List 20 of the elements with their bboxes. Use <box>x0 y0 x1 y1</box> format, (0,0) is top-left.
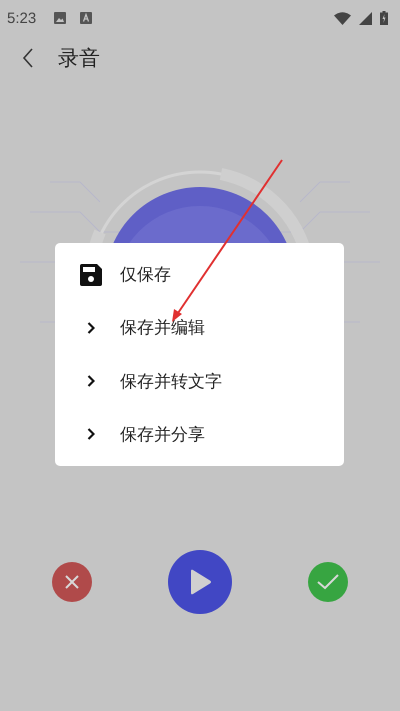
play-icon <box>188 569 212 595</box>
chevron-icon <box>87 322 95 334</box>
chevron-icon <box>87 375 95 388</box>
back-icon[interactable] <box>22 48 34 68</box>
menu-item[interactable]: 保存并编辑 <box>55 301 344 354</box>
discard-button[interactable] <box>52 562 92 602</box>
save-icon <box>80 264 102 286</box>
keyboard-icon <box>80 12 92 24</box>
wifi-icon <box>334 12 351 24</box>
signal-icon <box>359 12 372 24</box>
menu-item[interactable]: 保存并分享 <box>55 408 344 461</box>
close-icon <box>64 574 80 590</box>
page-title: 录音 <box>58 45 100 72</box>
checkmark-icon <box>317 574 339 590</box>
battery-icon <box>380 11 388 25</box>
image-icon <box>54 12 66 24</box>
menu-item[interactable]: 仅保存 <box>55 248 344 302</box>
status-time: 5:23 <box>7 10 36 26</box>
chevron-icon <box>87 428 95 440</box>
menu-item[interactable]: 保存并转文字 <box>55 354 344 408</box>
